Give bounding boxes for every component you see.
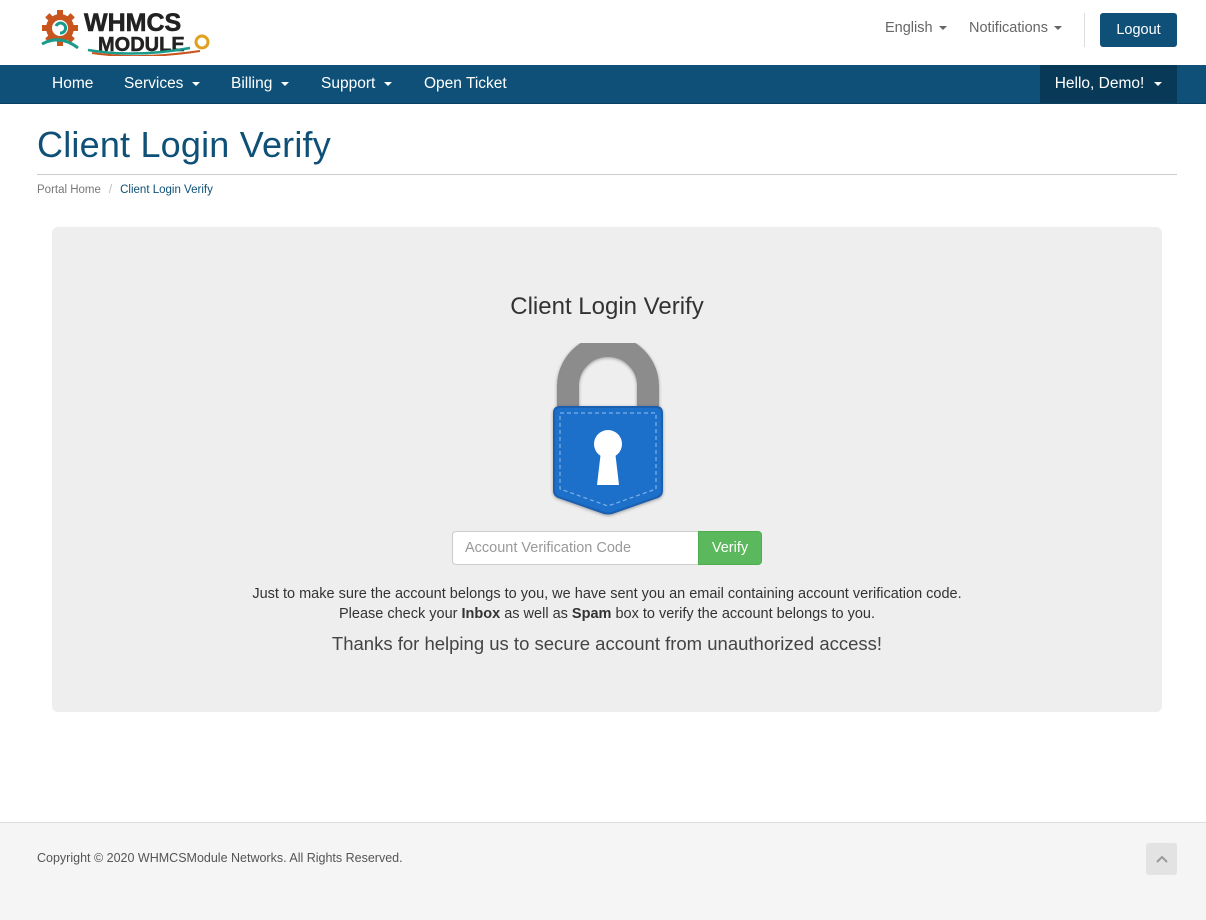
msg-inbox-emphasis: Inbox — [461, 606, 501, 622]
language-dropdown[interactable]: English — [885, 20, 947, 36]
nav-label: Home — [52, 75, 94, 92]
header-divider — [1084, 13, 1085, 47]
logout-button[interactable]: Logout — [1100, 13, 1177, 47]
breadcrumb-portal-home[interactable]: Portal Home — [37, 184, 101, 196]
notifications-dropdown[interactable]: Notifications — [969, 20, 1062, 36]
msg-text: Please check your — [339, 606, 462, 622]
caret-down-icon — [281, 81, 290, 86]
verify-button[interactable]: Verify — [698, 531, 762, 565]
verify-message-line2: Please check your Inbox as well as Spam … — [52, 606, 1162, 622]
caret-down-icon — [938, 26, 947, 31]
caret-down-icon — [1154, 81, 1163, 86]
whmcs-module-logo-icon: WHMCS MODULE — [41, 9, 210, 58]
verify-heading: Client Login Verify — [510, 293, 704, 320]
verify-message-line1: Just to make sure the account belongs to… — [252, 586, 962, 602]
breadcrumb-current: Client Login Verify — [120, 184, 213, 196]
caret-down-icon — [1053, 26, 1062, 31]
nav-item-billing[interactable]: Billing — [231, 75, 290, 93]
padlock-icon — [549, 335, 667, 518]
msg-text: as well as — [500, 606, 572, 622]
user-menu-dropdown[interactable]: Hello, Demo! — [1040, 65, 1177, 103]
top-header: WHMCS MODULE English Notifications Logou… — [0, 0, 1206, 65]
nav-item-home[interactable]: Home — [52, 75, 93, 93]
nav-item-support[interactable]: Support — [321, 75, 393, 93]
user-greeting: Hello, Demo! — [1054, 75, 1145, 92]
back-to-top-button[interactable] — [1146, 843, 1177, 875]
main-navbar: Home Services Billing Support Open Ticke… — [0, 65, 1206, 104]
breadcrumb: Portal Home / Client Login Verify — [37, 184, 213, 196]
caret-down-icon — [384, 81, 393, 86]
language-label: English — [885, 20, 933, 36]
caret-down-icon — [192, 81, 201, 86]
copyright-text: Copyright © 2020 WHMCSModule Networks. A… — [37, 851, 403, 865]
nav-label: Open Ticket — [424, 75, 507, 92]
verify-panel: Client Login Verify Verify Just to make … — [52, 227, 1162, 712]
title-divider — [37, 174, 1177, 175]
page-footer: Copyright © 2020 WHMCSModule Networks. A… — [0, 822, 1206, 920]
breadcrumb-separator: / — [108, 184, 113, 196]
nav-label: Services — [124, 75, 184, 92]
notifications-label: Notifications — [969, 20, 1048, 36]
thanks-message: Thanks for helping us to secure account … — [331, 633, 883, 654]
nav-label: Support — [321, 75, 376, 92]
svg-text:WHMCS: WHMCS — [84, 9, 181, 37]
verification-code-input[interactable] — [452, 531, 698, 565]
msg-text: box to verify the account belongs to you… — [611, 606, 875, 622]
msg-spam-emphasis: Spam — [571, 606, 612, 622]
chevron-up-icon — [1155, 855, 1168, 863]
nav-item-services[interactable]: Services — [124, 75, 201, 93]
nav-label: Billing — [231, 75, 273, 92]
page-title: Client Login Verify — [37, 124, 331, 165]
brand-logo[interactable]: WHMCS MODULE — [40, 4, 212, 58]
nav-item-open-ticket[interactable]: Open Ticket — [424, 75, 507, 93]
